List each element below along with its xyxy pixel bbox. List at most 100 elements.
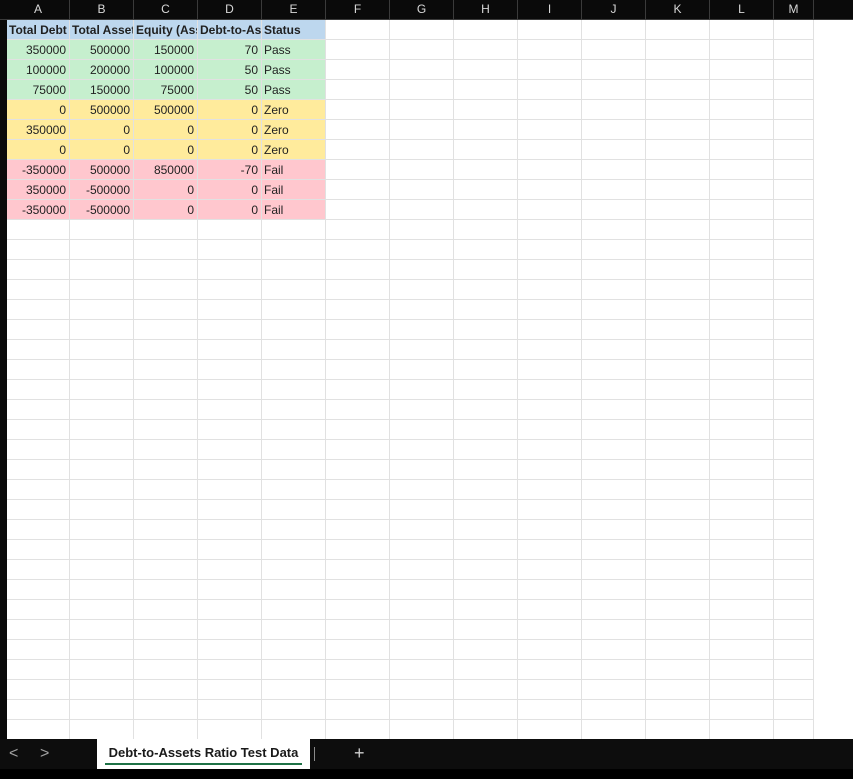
empty-cell[interactable] bbox=[70, 620, 134, 640]
chevron-left-icon[interactable]: < bbox=[9, 745, 18, 763]
empty-cell[interactable] bbox=[582, 700, 646, 720]
empty-cell[interactable] bbox=[7, 360, 70, 380]
empty-cell[interactable] bbox=[390, 40, 454, 60]
data-cell[interactable]: Pass bbox=[262, 80, 326, 100]
empty-cell[interactable] bbox=[198, 420, 262, 440]
empty-cell[interactable] bbox=[262, 520, 326, 540]
empty-cell[interactable] bbox=[262, 440, 326, 460]
empty-cell[interactable] bbox=[262, 280, 326, 300]
empty-cell[interactable] bbox=[518, 560, 582, 580]
empty-cell[interactable] bbox=[70, 540, 134, 560]
empty-cell[interactable] bbox=[198, 380, 262, 400]
data-cell[interactable]: 50 bbox=[198, 60, 262, 80]
column-header-l[interactable]: L bbox=[710, 0, 774, 19]
empty-cell[interactable] bbox=[198, 240, 262, 260]
empty-cell[interactable] bbox=[134, 520, 198, 540]
data-cell[interactable]: -350000 bbox=[7, 160, 70, 180]
empty-cell[interactable] bbox=[710, 640, 774, 660]
empty-cell[interactable] bbox=[326, 200, 390, 220]
data-cell[interactable]: Zero bbox=[262, 120, 326, 140]
empty-cell[interactable] bbox=[7, 540, 70, 560]
empty-cell[interactable] bbox=[7, 720, 70, 739]
empty-cell[interactable] bbox=[134, 600, 198, 620]
empty-cell[interactable] bbox=[646, 40, 710, 60]
empty-cell[interactable] bbox=[646, 100, 710, 120]
empty-cell[interactable] bbox=[774, 720, 814, 739]
empty-cell[interactable] bbox=[582, 420, 646, 440]
empty-cell[interactable] bbox=[70, 700, 134, 720]
empty-cell[interactable] bbox=[390, 380, 454, 400]
empty-cell[interactable] bbox=[774, 560, 814, 580]
empty-cell[interactable] bbox=[326, 640, 390, 660]
empty-cell[interactable] bbox=[710, 200, 774, 220]
empty-cell[interactable] bbox=[390, 500, 454, 520]
data-cell[interactable]: -70 bbox=[198, 160, 262, 180]
empty-cell[interactable] bbox=[262, 300, 326, 320]
empty-cell[interactable] bbox=[198, 560, 262, 580]
empty-cell[interactable] bbox=[582, 480, 646, 500]
empty-cell[interactable] bbox=[390, 240, 454, 260]
empty-cell[interactable] bbox=[134, 660, 198, 680]
empty-cell[interactable] bbox=[390, 540, 454, 560]
empty-cell[interactable] bbox=[582, 20, 646, 40]
empty-cell[interactable] bbox=[262, 500, 326, 520]
empty-cell[interactable] bbox=[390, 520, 454, 540]
empty-cell[interactable] bbox=[7, 260, 70, 280]
empty-cell[interactable] bbox=[326, 220, 390, 240]
empty-cell[interactable] bbox=[774, 620, 814, 640]
empty-cell[interactable] bbox=[198, 580, 262, 600]
header-cell[interactable]: Equity (Assets-Debt) bbox=[134, 20, 198, 40]
empty-cell[interactable] bbox=[198, 500, 262, 520]
empty-cell[interactable] bbox=[582, 260, 646, 280]
empty-cell[interactable] bbox=[582, 80, 646, 100]
empty-cell[interactable] bbox=[774, 40, 814, 60]
empty-cell[interactable] bbox=[646, 460, 710, 480]
empty-cell[interactable] bbox=[198, 460, 262, 480]
empty-cell[interactable] bbox=[326, 360, 390, 380]
empty-cell[interactable] bbox=[582, 220, 646, 240]
empty-cell[interactable] bbox=[646, 620, 710, 640]
empty-cell[interactable] bbox=[70, 680, 134, 700]
data-cell[interactable]: 0 bbox=[7, 140, 70, 160]
empty-cell[interactable] bbox=[582, 460, 646, 480]
data-cell[interactable]: 100000 bbox=[7, 60, 70, 80]
empty-cell[interactable] bbox=[198, 300, 262, 320]
empty-cell[interactable] bbox=[518, 340, 582, 360]
empty-cell[interactable] bbox=[326, 720, 390, 739]
empty-cell[interactable] bbox=[518, 220, 582, 240]
empty-cell[interactable] bbox=[774, 320, 814, 340]
empty-cell[interactable] bbox=[262, 600, 326, 620]
empty-cell[interactable] bbox=[518, 240, 582, 260]
empty-cell[interactable] bbox=[70, 660, 134, 680]
empty-cell[interactable] bbox=[582, 340, 646, 360]
empty-cell[interactable] bbox=[710, 380, 774, 400]
empty-cell[interactable] bbox=[518, 400, 582, 420]
empty-cell[interactable] bbox=[198, 440, 262, 460]
empty-cell[interactable] bbox=[518, 180, 582, 200]
empty-cell[interactable] bbox=[134, 680, 198, 700]
empty-cell[interactable] bbox=[774, 600, 814, 620]
data-cell[interactable]: 150000 bbox=[134, 40, 198, 60]
empty-cell[interactable] bbox=[134, 720, 198, 739]
empty-cell[interactable] bbox=[774, 460, 814, 480]
empty-cell[interactable] bbox=[390, 200, 454, 220]
data-cell[interactable]: 70 bbox=[198, 40, 262, 60]
empty-cell[interactable] bbox=[326, 520, 390, 540]
empty-cell[interactable] bbox=[454, 360, 518, 380]
empty-cell[interactable] bbox=[390, 620, 454, 640]
empty-cell[interactable] bbox=[582, 180, 646, 200]
empty-cell[interactable] bbox=[582, 640, 646, 660]
empty-cell[interactable] bbox=[646, 80, 710, 100]
empty-cell[interactable] bbox=[518, 140, 582, 160]
empty-cell[interactable] bbox=[454, 20, 518, 40]
empty-cell[interactable] bbox=[774, 120, 814, 140]
empty-cell[interactable] bbox=[454, 420, 518, 440]
empty-cell[interactable] bbox=[774, 20, 814, 40]
data-cell[interactable]: 150000 bbox=[70, 80, 134, 100]
empty-cell[interactable] bbox=[646, 340, 710, 360]
empty-cell[interactable] bbox=[134, 380, 198, 400]
empty-cell[interactable] bbox=[390, 320, 454, 340]
empty-cell[interactable] bbox=[326, 540, 390, 560]
header-cell[interactable]: Status bbox=[262, 20, 326, 40]
empty-cell[interactable] bbox=[646, 660, 710, 680]
